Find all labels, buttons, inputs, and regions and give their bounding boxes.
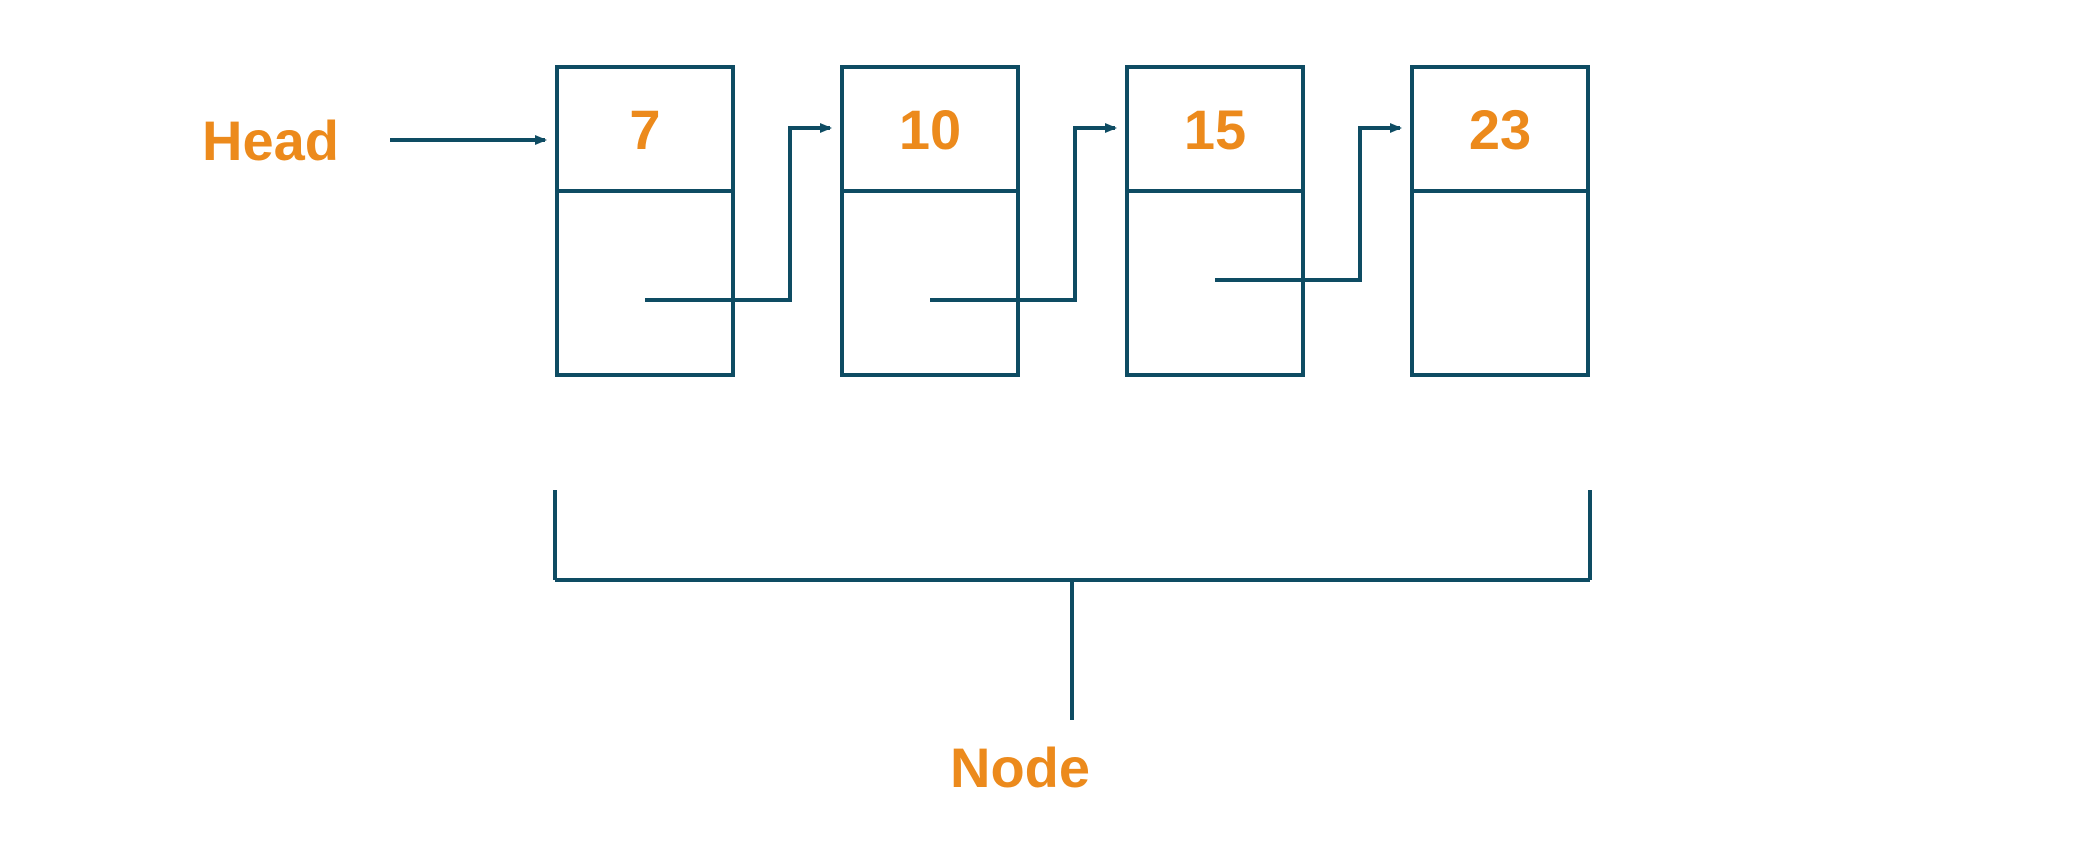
node-2-value: 15 (1129, 69, 1301, 193)
linked-list-diagram: Head 7 10 15 23 Node (0, 0, 2100, 842)
node-0-value: 7 (559, 69, 731, 193)
node-group-label: Node (950, 735, 1090, 800)
node-1-value: 10 (844, 69, 1016, 193)
node-3: 23 (1410, 65, 1590, 377)
node-2-pointer (1129, 193, 1301, 373)
node-1-pointer (844, 193, 1016, 373)
node-1: 10 (840, 65, 1020, 377)
node-3-pointer (1414, 193, 1586, 373)
node-2: 15 (1125, 65, 1305, 377)
head-label: Head (202, 108, 339, 173)
node-0: 7 (555, 65, 735, 377)
node-3-value: 23 (1414, 69, 1586, 193)
node-0-pointer (559, 193, 731, 373)
